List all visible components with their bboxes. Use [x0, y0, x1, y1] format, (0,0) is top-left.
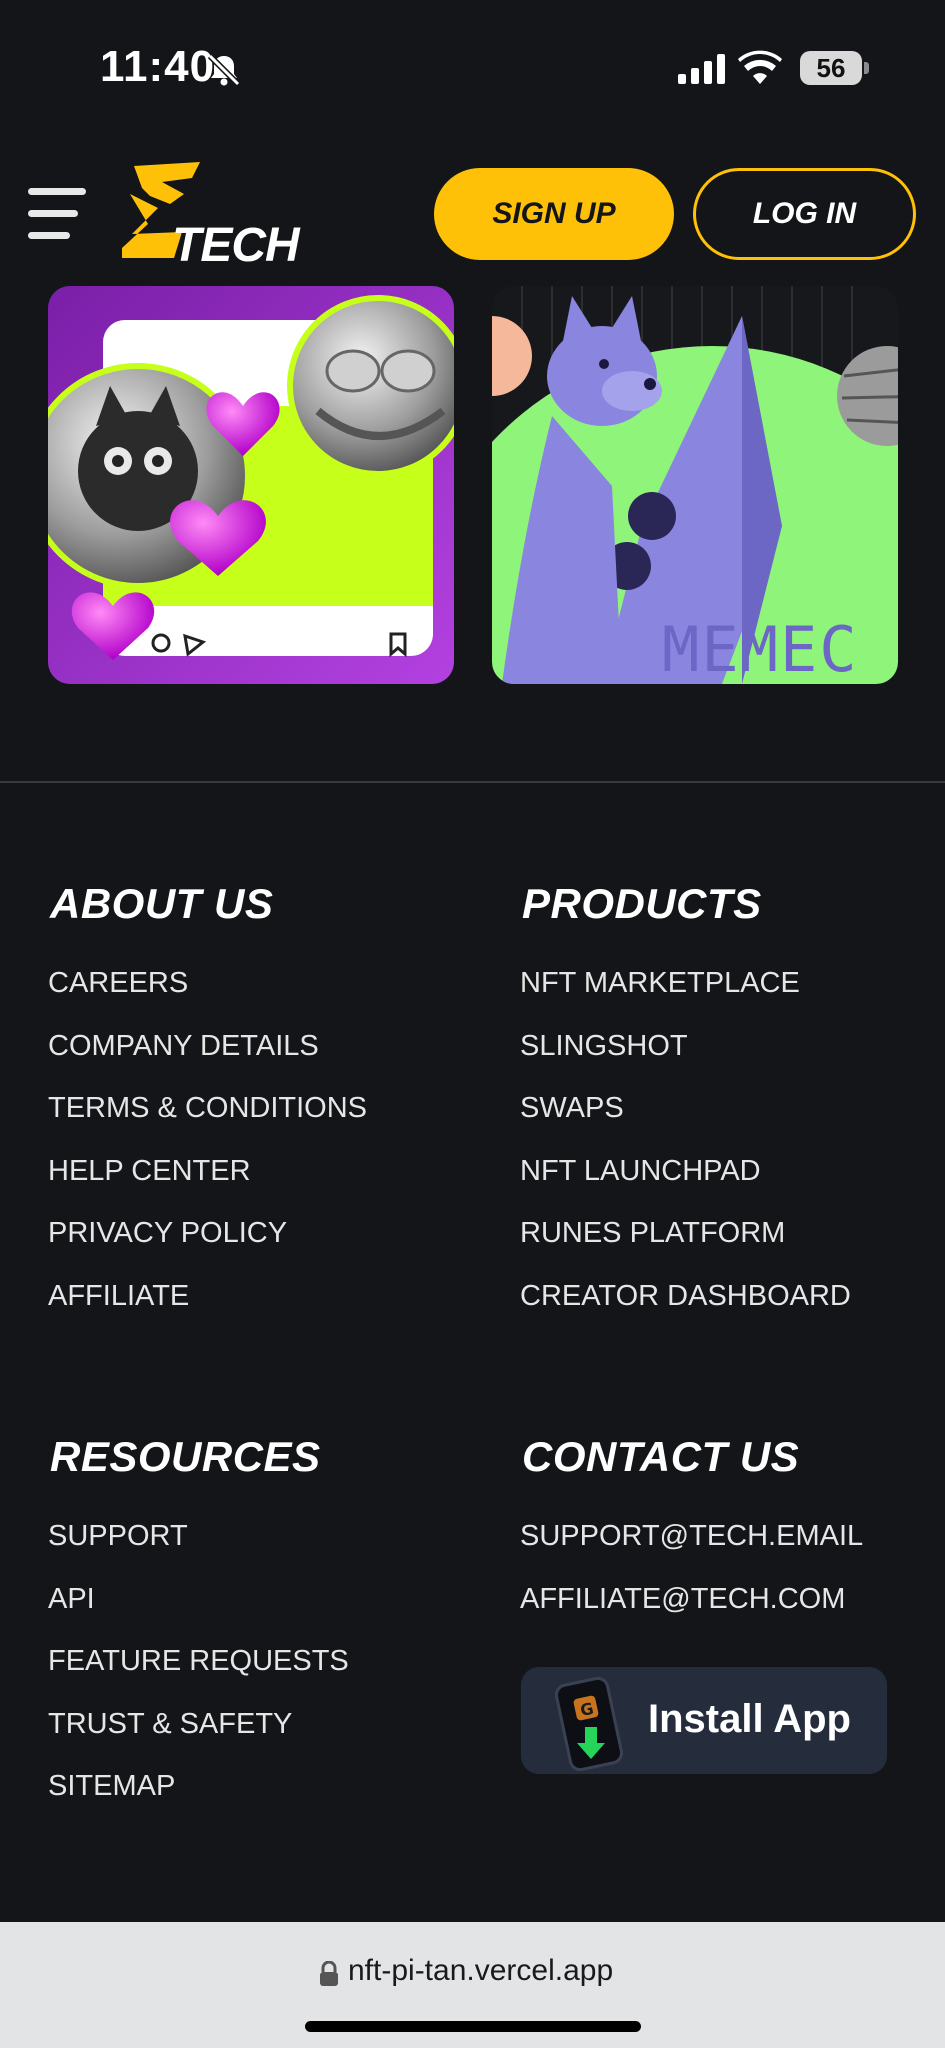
resources-link-sitemap[interactable]: SITEMAP: [48, 1770, 175, 1803]
products-link-nft-launchpad[interactable]: NFT LAUNCHPAD: [520, 1155, 761, 1188]
install-app-button[interactable]: G Install App: [521, 1667, 887, 1774]
signal-icon: [678, 54, 725, 84]
about-link-careers[interactable]: CAREERS: [48, 967, 188, 1000]
resources-link-trust-safety[interactable]: TRUST & SAFETY: [48, 1708, 292, 1741]
about-link-help-center[interactable]: HELP CENTER: [48, 1155, 251, 1188]
battery-icon: 56: [800, 51, 862, 85]
memec-text: MEMEC: [662, 613, 859, 684]
about-link-company-details[interactable]: COMPANY DETAILS: [48, 1030, 319, 1063]
nft-card-dog-rocket[interactable]: MEMEC: [492, 286, 898, 684]
products-link-nft-marketplace[interactable]: NFT MARKETPLACE: [520, 967, 800, 1000]
browser-address-bar[interactable]: nft-pi-tan.vercel.app: [0, 1922, 945, 2048]
status-bar: 11:40 56: [0, 0, 945, 140]
lock-icon: [320, 1961, 338, 1986]
nft-card-cat-frog[interactable]: [48, 286, 454, 684]
products-link-slingshot[interactable]: SLINGSHOT: [520, 1030, 688, 1063]
resources-title: RESOURCES: [50, 1433, 321, 1480]
status-time: 11:40: [100, 42, 216, 91]
resources-link-api[interactable]: API: [48, 1583, 95, 1616]
install-app-label: Install App: [648, 1697, 851, 1741]
hamburger-menu-button[interactable]: [28, 188, 88, 240]
bell-slash-icon: [207, 53, 241, 87]
products-link-creator-dashboard[interactable]: CREATOR DASHBOARD: [520, 1280, 851, 1313]
products-link-runes-platform[interactable]: RUNES PLATFORM: [520, 1217, 785, 1250]
menu-line: [28, 210, 78, 217]
contact-email-affiliate[interactable]: AFFILIATE@TECH.COM: [520, 1583, 845, 1616]
about-us-title: ABOUT US: [50, 880, 274, 927]
about-link-privacy-policy[interactable]: PRIVACY POLICY: [48, 1217, 287, 1250]
dog-rocket-image: MEMEC: [492, 286, 898, 684]
battery-nub: [864, 62, 869, 74]
contact-email-support[interactable]: SUPPORT@TECH.EMAIL: [520, 1520, 863, 1553]
about-link-terms[interactable]: TERMS & CONDITIONS: [48, 1092, 367, 1125]
products-title: PRODUCTS: [522, 880, 762, 927]
phone-download-icon: G: [554, 1676, 624, 1771]
cat-frog-coins-image: [48, 286, 454, 684]
products-link-swaps[interactable]: SWAPS: [520, 1092, 624, 1125]
about-link-affiliate[interactable]: AFFILIATE: [48, 1280, 189, 1313]
footer-divider: [0, 781, 945, 783]
wifi-icon: [738, 50, 782, 84]
url-text: nft-pi-tan.vercel.app: [348, 1954, 614, 1987]
home-indicator: [305, 2021, 641, 2032]
resources-link-support[interactable]: SUPPORT: [48, 1520, 188, 1553]
logo-text: TECH: [172, 219, 300, 272]
resources-link-feature-requests[interactable]: FEATURE REQUESTS: [48, 1645, 349, 1678]
login-button[interactable]: LOG IN: [693, 168, 916, 260]
contact-us-title: CONTACT US: [522, 1433, 800, 1480]
menu-line: [28, 232, 70, 239]
signup-button[interactable]: SIGN UP: [434, 168, 674, 260]
menu-line: [28, 188, 86, 195]
logo[interactable]: TECH: [122, 160, 302, 272]
site-header: TECH SIGN UP LOG IN: [0, 150, 945, 280]
